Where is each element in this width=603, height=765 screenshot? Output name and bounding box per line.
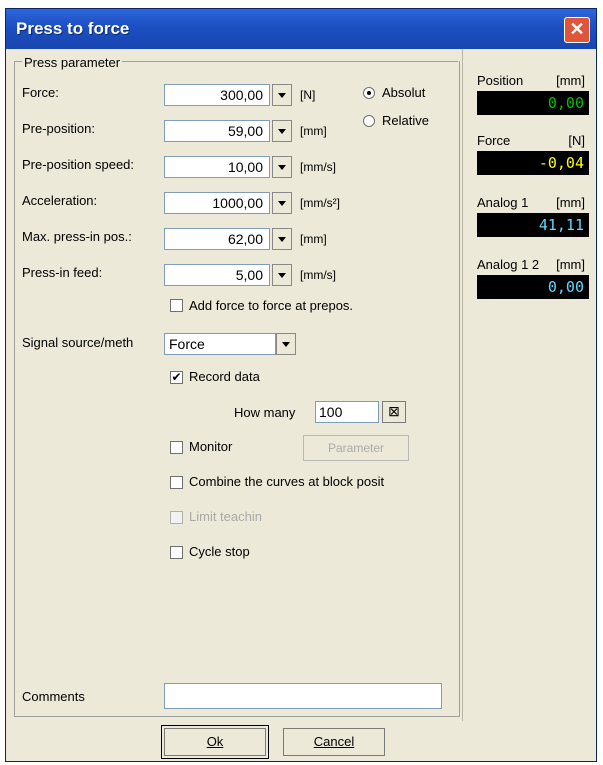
pre-position-dropdown-button[interactable]: [272, 120, 292, 142]
signal-source-select[interactable]: Force: [164, 333, 276, 355]
press-in-feed-unit: [mm/s]: [300, 268, 336, 282]
press-in-feed-input[interactable]: 5,00: [164, 264, 270, 286]
pre-position-unit: [mm]: [300, 124, 327, 138]
position-monitor-label: Position [mm]: [477, 73, 589, 88]
force-unit: [N]: [300, 88, 316, 102]
limit-teachin-checkbox[interactable]: [170, 511, 183, 524]
force-input[interactable]: 300,00: [164, 84, 270, 106]
relative-radio[interactable]: [363, 115, 375, 127]
pre-position-speed-unit: [mm/s]: [300, 160, 336, 174]
force-label: Force:: [22, 85, 59, 100]
how-many-input[interactable]: 100: [315, 401, 379, 423]
ok-button[interactable]: Ok: [164, 728, 266, 756]
analog1-value: 41,11: [477, 213, 589, 237]
signal-source-dropdown-button[interactable]: [276, 333, 296, 355]
analog1-monitor-label: Analog 1 [mm]: [477, 195, 589, 210]
comments-input[interactable]: [164, 683, 442, 709]
edit-icon: ⊠: [388, 403, 400, 419]
acceleration-label: Acceleration:: [22, 193, 98, 208]
pre-position-input[interactable]: 59,00: [164, 120, 270, 142]
analog12-unit: [mm]: [556, 257, 585, 272]
comments-label: Comments: [22, 689, 85, 704]
absolut-radio[interactable]: [363, 87, 375, 99]
pre-position-speed-label: Pre-position speed:: [22, 157, 135, 172]
limit-teachin-label: Limit teachin: [189, 509, 262, 524]
position-label-text: Position: [477, 73, 524, 88]
close-button[interactable]: ✕: [564, 17, 590, 43]
analog12-monitor-label: Analog 1 2 [mm]: [477, 257, 589, 272]
press-in-feed-dropdown-button[interactable]: [272, 264, 292, 286]
absolut-label: Absolut: [382, 85, 426, 100]
monitor-panel: Position [mm] 0,00 Force [N] -0,04 Analog …: [462, 49, 597, 721]
pre-position-speed-input[interactable]: 10,00: [164, 156, 270, 178]
record-data-label: Record data: [189, 369, 260, 384]
press-in-feed-label: Press-in feed:: [22, 265, 103, 280]
acceleration-dropdown-button[interactable]: [272, 192, 292, 214]
button-bar: Ok Cancel: [6, 721, 596, 761]
add-force-label: Add force to force at prepos.: [189, 298, 354, 313]
add-force-checkbox[interactable]: [170, 299, 183, 312]
signal-source-label: Signal source/meth: [22, 335, 134, 350]
group-title: Press parameter: [22, 55, 123, 70]
parameter-panel: Press parameter Force: 300,00 [N] Pre-po…: [6, 49, 461, 721]
combine-curves-label: Combine the curves at block posit: [189, 474, 385, 489]
analog1-unit: [mm]: [556, 195, 585, 210]
position-unit: [mm]: [556, 73, 585, 88]
max-press-in-pos-unit: [mm]: [300, 232, 327, 246]
close-icon: ✕: [569, 19, 585, 39]
relative-label: Relative: [382, 113, 429, 128]
cancel-button[interactable]: Cancel: [283, 728, 385, 756]
dialog-window: Press to force ✕ Press parameter Force: …: [5, 8, 597, 762]
max-press-in-pos-label: Max. press-in pos.:: [22, 229, 132, 244]
how-many-label: How many: [234, 405, 296, 420]
monitor-label: Monitor: [189, 439, 233, 454]
analog12-value: 0,00: [477, 275, 589, 299]
force-dropdown-button[interactable]: [272, 84, 292, 106]
how-many-edit-button[interactable]: ⊠: [382, 401, 406, 423]
monitor-checkbox[interactable]: [170, 441, 183, 454]
force-value: -0,04: [477, 151, 589, 175]
checkmark-icon: ✔: [171, 370, 182, 384]
pre-position-label: Pre-position:: [22, 121, 95, 136]
acceleration-unit: [mm/s²]: [300, 196, 340, 210]
window-title: Press to force: [16, 19, 130, 38]
pre-position-speed-dropdown-button[interactable]: [272, 156, 292, 178]
position-value: 0,00: [477, 91, 589, 115]
analog12-label-text: Analog 1 2: [477, 257, 540, 272]
parameter-button[interactable]: Parameter: [303, 435, 409, 461]
analog1-label-text: Analog 1: [477, 195, 529, 210]
record-data-checkbox[interactable]: ✔: [170, 371, 183, 384]
force-monitor-label: Force [N]: [477, 133, 589, 148]
combine-curves-checkbox[interactable]: [170, 476, 183, 489]
title-bar: Press to force ✕: [6, 9, 596, 49]
cycle-stop-label: Cycle stop: [189, 544, 250, 559]
max-press-in-pos-dropdown-button[interactable]: [272, 228, 292, 250]
max-press-in-pos-input[interactable]: 62,00: [164, 228, 270, 250]
force-monitor-unit: [N]: [568, 133, 585, 148]
acceleration-input[interactable]: 1000,00: [164, 192, 270, 214]
cycle-stop-checkbox[interactable]: [170, 546, 183, 559]
force-label-text: Force: [477, 133, 511, 148]
